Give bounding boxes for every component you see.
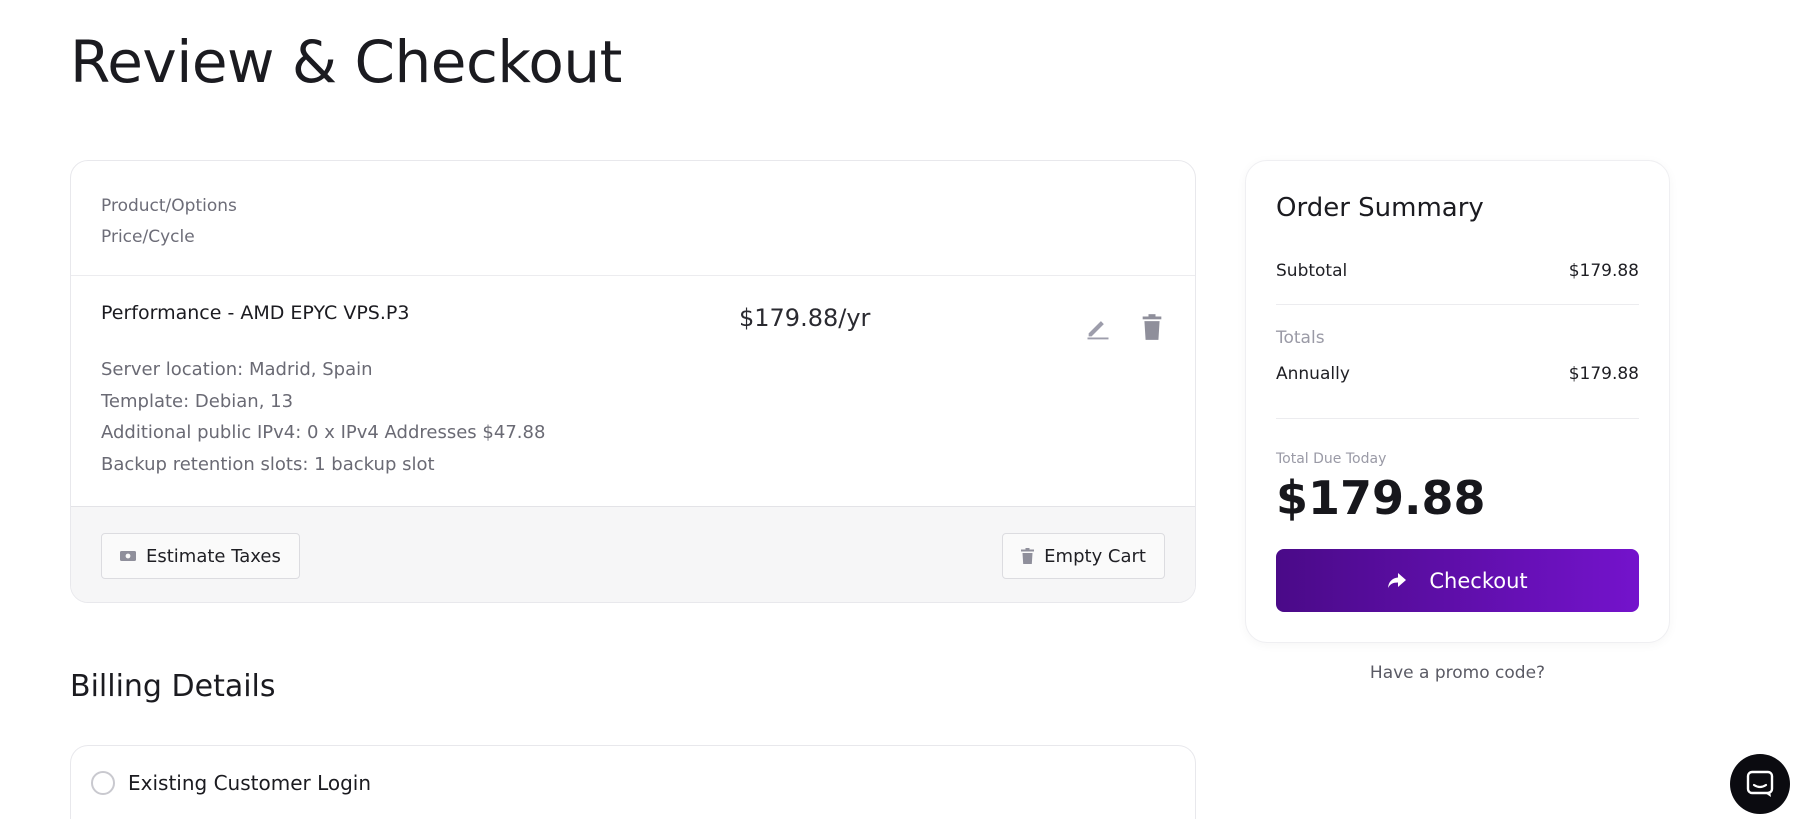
money-icon	[120, 551, 136, 561]
product-price: $179.88/yr	[739, 304, 871, 332]
checkout-button[interactable]: Checkout	[1276, 549, 1639, 612]
existing-customer-login-label: Existing Customer Login	[128, 771, 372, 795]
promo-code-link[interactable]: Have a promo code?	[1245, 663, 1670, 683]
empty-cart-label: Empty Cart	[1044, 545, 1146, 567]
existing-customer-radio[interactable]	[91, 771, 115, 795]
total-due-amount: $179.88	[1276, 471, 1486, 525]
empty-cart-button[interactable]: Empty Cart	[1002, 533, 1165, 579]
delete-item-button[interactable]	[1137, 312, 1167, 342]
annually-label: Annually	[1276, 364, 1350, 384]
billing-details-title: Billing Details	[70, 669, 276, 704]
cart-item: Performance - AMD EPYC VPS.P3 $179.88/yr…	[71, 276, 1195, 506]
order-summary-card: Order Summary Subtotal $179.88 Totals An…	[1245, 160, 1670, 643]
share-arrow-icon	[1388, 572, 1407, 588]
header-product-options: Product/Options	[101, 196, 237, 216]
option-backup-slots: Backup retention slots: 1 backup slot	[101, 453, 435, 475]
edit-item-button[interactable]	[1083, 312, 1113, 342]
subtotal-value: $179.88	[1568, 261, 1639, 281]
chat-icon	[1746, 770, 1774, 797]
option-ipv4: Additional public IPv4: 0 x IPv4 Address…	[101, 422, 546, 443]
cart-actions: Estimate Taxes Empty Cart	[71, 506, 1195, 602]
subtotal-label: Subtotal	[1276, 261, 1348, 281]
pencil-icon	[1087, 321, 1109, 340]
chat-widget-button[interactable]	[1730, 754, 1790, 814]
total-due-label: Total Due Today	[1276, 451, 1387, 467]
page-title: Review & Checkout	[70, 28, 622, 96]
totals-label: Totals	[1276, 328, 1325, 348]
subtotal-row: Subtotal $179.88	[1276, 261, 1639, 281]
annually-row: Annually $179.88	[1276, 364, 1639, 384]
estimate-taxes-label: Estimate Taxes	[146, 545, 281, 567]
trash-icon	[1142, 314, 1162, 340]
option-template: Template: Debian, 13	[101, 390, 294, 412]
trash-icon	[1021, 548, 1035, 564]
checkout-label: Checkout	[1429, 568, 1528, 593]
annually-value: $179.88	[1568, 364, 1639, 384]
header-price-cycle: Price/Cycle	[101, 227, 195, 247]
divider	[1276, 304, 1639, 305]
existing-customer-login-option[interactable]: Existing Customer Login	[70, 745, 1196, 819]
product-options: Server location: Madrid, Spain Template:…	[101, 354, 545, 480]
cart-table-header: Product/Options Price/Cycle	[71, 161, 1195, 276]
product-name: Performance - AMD EPYC VPS.P3	[101, 302, 410, 324]
order-summary-title: Order Summary	[1276, 193, 1484, 223]
estimate-taxes-button[interactable]: Estimate Taxes	[101, 533, 300, 579]
option-server-location: Server location: Madrid, Spain	[101, 359, 373, 380]
cart-card: Product/Options Price/Cycle Performance …	[70, 160, 1196, 603]
divider	[1276, 418, 1639, 419]
